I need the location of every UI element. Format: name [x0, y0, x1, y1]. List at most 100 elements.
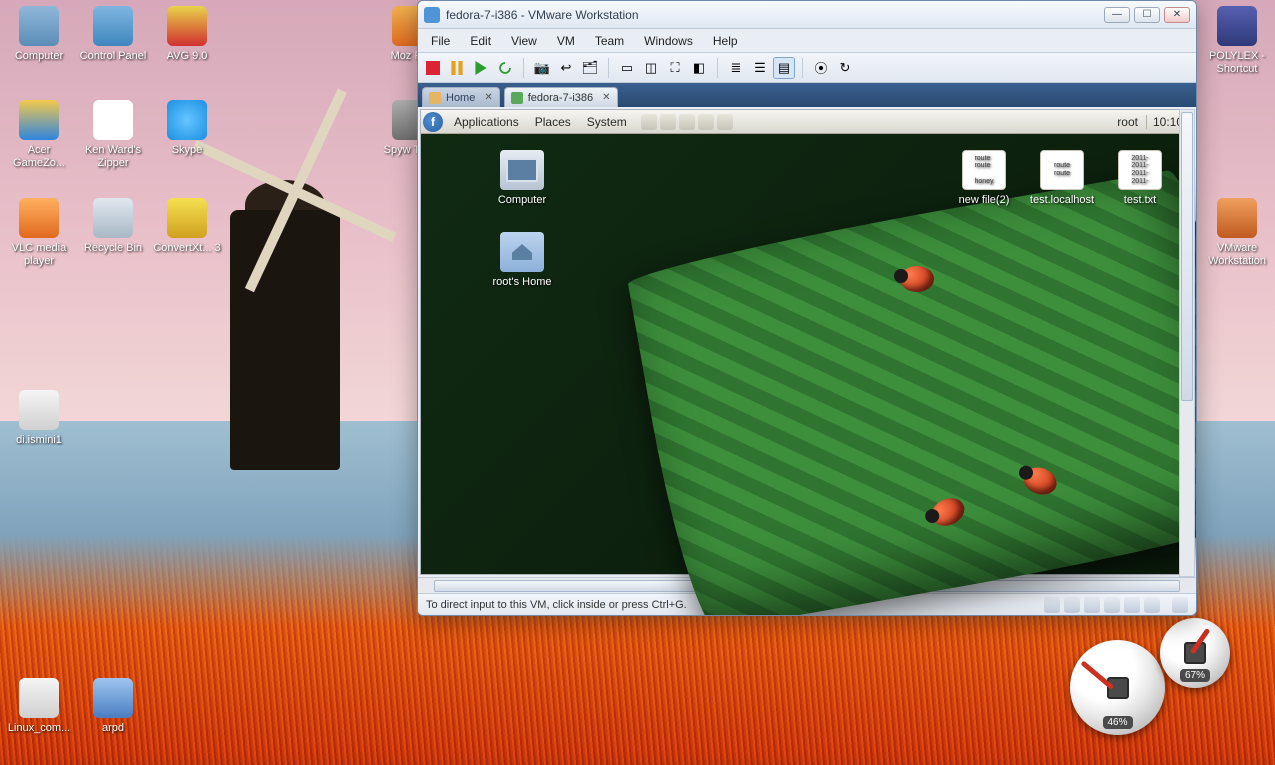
maximize-button[interactable]: ☐ [1134, 7, 1160, 23]
desktop-icon-vmware-workstation[interactable]: VMware Workstation [1200, 198, 1274, 267]
icon-label: Control Panel [76, 50, 150, 63]
desktop-icon-computer[interactable]: Computer [2, 6, 76, 63]
icon-label: Recycle Bin [76, 242, 150, 255]
desktop-icon-linux-com[interactable]: Linux_com... [2, 678, 76, 735]
capture-movie-button[interactable]: ⦿ [810, 57, 832, 79]
toolbar: 📷 ↩ 🗂 ▭ ◫ ⛶ ◧ ≣ ☰ ▤ ⦿ ↻ [418, 53, 1196, 83]
misc-launcher-icon[interactable] [717, 114, 733, 130]
desktop-icon-avg[interactable]: AVG 9.0 [150, 6, 224, 63]
tab-strip: Home ✕ fedora-7-i386 ✕ [418, 83, 1196, 107]
print-launcher-icon[interactable] [679, 114, 695, 130]
desktop-icon-skype[interactable]: Skype [150, 100, 224, 157]
desktop-icon-di-ismini1[interactable]: di.ismini1 [2, 390, 76, 447]
text-file-icon: route route honey [962, 150, 1006, 190]
acer-gamezone-icon [19, 100, 59, 140]
summary-view-button[interactable]: ≣ [725, 57, 747, 79]
titlebar[interactable]: fedora-7-i386 - VMware Workstation — ☐ ✕ [418, 1, 1196, 29]
desktop-icon-arpd[interactable]: arpd [76, 678, 150, 735]
replay-button[interactable]: ↻ [834, 57, 856, 79]
power-off-button[interactable] [422, 57, 444, 79]
gnome-menu-places[interactable]: Places [527, 115, 579, 129]
linux-com-icon [19, 678, 59, 718]
fullscreen-button[interactable]: ⛶ [664, 57, 686, 79]
desktop-icon-convertxtodvd[interactable]: ConvertXt... 3 [150, 198, 224, 255]
menu-file[interactable]: File [422, 31, 459, 51]
device-floppy-icon[interactable] [1084, 597, 1100, 613]
vm-icon [511, 92, 523, 104]
icon-label: Ken Ward's Zipper [76, 144, 150, 169]
gnome-user[interactable]: root [1109, 115, 1146, 129]
message-log-icon[interactable] [1172, 597, 1188, 613]
device-harddisk-icon[interactable] [1044, 597, 1060, 613]
close-button[interactable]: ✕ [1164, 7, 1190, 23]
guest-file-new-file-2[interactable]: route route honey new file(2) [943, 150, 1025, 206]
tab-home[interactable]: Home ✕ [422, 87, 500, 107]
revert-snapshot-button[interactable]: ↩ [555, 57, 577, 79]
menu-vm[interactable]: VM [548, 31, 584, 51]
icon-label: Skype [150, 144, 224, 157]
vm-guest-display[interactable]: f Applications Places System root 10:10 … [420, 109, 1194, 575]
desktop-icon-control-panel[interactable]: Control Panel [76, 6, 150, 63]
gnome-panel: f Applications Places System root 10:10 [421, 110, 1193, 134]
unity-button[interactable]: ◧ [688, 57, 710, 79]
browser-launcher-icon[interactable] [641, 114, 657, 130]
memory-meter-gadget[interactable]: 67% [1160, 618, 1230, 688]
icon-label: ConvertXt... 3 [150, 242, 224, 255]
cpu-meter-gadget[interactable]: 46% [1070, 640, 1165, 735]
avg-icon [167, 6, 207, 46]
guest-file-test-localhost[interactable]: route route test.localhost [1021, 150, 1103, 206]
icon-label: di.ismini1 [2, 434, 76, 447]
di-ismini1-icon [19, 390, 59, 430]
reset-button[interactable] [494, 57, 516, 79]
tab-fedora-close-icon[interactable]: ✕ [602, 92, 610, 103]
guest-icon-roots-home[interactable]: root's Home [481, 232, 563, 288]
show-console-button[interactable]: ▭ [616, 57, 638, 79]
icon-label: Linux_com... [2, 722, 76, 735]
device-sound-icon[interactable] [1144, 597, 1160, 613]
console-view-button[interactable]: ▤ [773, 57, 795, 79]
cpu-percent: 46% [1102, 716, 1132, 729]
mail-launcher-icon[interactable] [660, 114, 676, 130]
quick-switch-button[interactable]: ◫ [640, 57, 662, 79]
desktop-icon-recycle-bin[interactable]: Recycle Bin [76, 198, 150, 255]
menu-help[interactable]: Help [704, 31, 747, 51]
vertical-scrollbar[interactable] [1179, 109, 1195, 577]
vmware-workstation-icon [1217, 198, 1257, 238]
snapshot-button[interactable]: 📷 [531, 57, 553, 79]
menu-team[interactable]: Team [586, 31, 633, 51]
suspend-button[interactable] [446, 57, 468, 79]
icon-label: POLYLEX - Shortcut [1200, 50, 1274, 75]
text-file-icon: route route [1040, 150, 1084, 190]
desktop-icon-acer-gamezone[interactable]: Acer GameZo... [2, 100, 76, 169]
device-cdrom-icon[interactable] [1064, 597, 1080, 613]
polylex-icon [1217, 6, 1257, 46]
guest-file-test-txt[interactable]: 2011- 2011- 2011- 2011- test.txt [1099, 150, 1181, 206]
tab-home-close-icon[interactable]: ✕ [484, 92, 492, 103]
snapshot-manager-button[interactable]: 🗂 [579, 57, 601, 79]
memory-percent: 67% [1180, 669, 1210, 682]
desktop-icon-polylex[interactable]: POLYLEX - Shortcut [1200, 6, 1274, 75]
computer-icon [19, 6, 59, 46]
computer-icon [500, 150, 544, 190]
file-label: new file(2) [959, 194, 1010, 206]
minimize-button[interactable]: — [1104, 7, 1130, 23]
device-network-icon[interactable] [1104, 597, 1120, 613]
tab-fedora[interactable]: fedora-7-i386 ✕ [504, 87, 618, 107]
office-launcher-icon[interactable] [698, 114, 714, 130]
menu-windows[interactable]: Windows [635, 31, 702, 51]
menu-edit[interactable]: Edit [461, 31, 500, 51]
gnome-menu-applications[interactable]: Applications [446, 115, 527, 129]
icon-label: root's Home [493, 276, 552, 288]
icon-label: VLC media player [2, 242, 76, 267]
fedora-logo-icon[interactable]: f [423, 112, 443, 132]
gnome-menu-system[interactable]: System [579, 115, 635, 129]
guest-icon-computer[interactable]: Computer [481, 150, 563, 206]
icon-label: VMware Workstation [1200, 242, 1274, 267]
appliance-view-button[interactable]: ☰ [749, 57, 771, 79]
menu-view[interactable]: View [502, 31, 546, 51]
device-usb-icon[interactable] [1124, 597, 1140, 613]
power-on-button[interactable] [470, 57, 492, 79]
skype-icon [167, 100, 207, 140]
desktop-icon-ken-wards-zipper[interactable]: Ken Ward's Zipper [76, 100, 150, 169]
desktop-icon-vlc[interactable]: VLC media player [2, 198, 76, 267]
